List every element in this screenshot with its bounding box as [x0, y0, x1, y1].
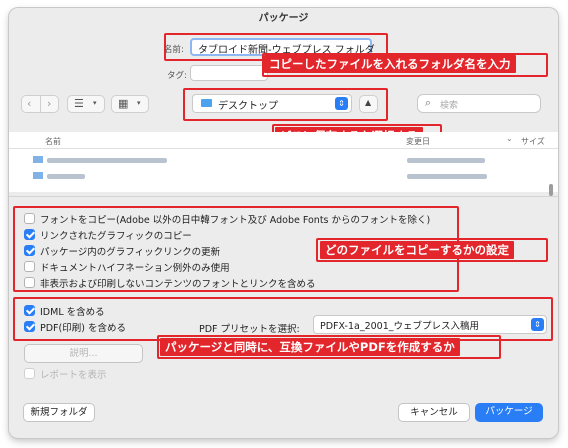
pdf-preset-select[interactable]: PDFX-1a_2001_ウェブプレス入稿用 ⇕: [313, 315, 547, 334]
back-icon[interactable]: ‹: [27, 97, 31, 110]
header-divider: [9, 148, 558, 149]
option-label: 非表示および印刷しないコンテンツのフォントとリンクを含める: [40, 279, 316, 290]
column-name[interactable]: 名前: [45, 136, 61, 147]
pdf-label: PDF(印刷) を含める: [40, 323, 126, 334]
blurred-filename: [47, 158, 167, 163]
checkbox[interactable]: [24, 321, 35, 332]
updown-icon: ⇕: [531, 318, 544, 331]
checkbox[interactable]: [24, 261, 35, 272]
new-folder-button[interactable]: 新規フォルダ: [23, 403, 95, 422]
column-date[interactable]: 変更日: [406, 136, 430, 147]
checkbox[interactable]: [24, 368, 35, 379]
chevron-down-icon: ⌄: [506, 134, 513, 143]
report-label: レポートを表示: [40, 370, 107, 381]
checkbox[interactable]: [24, 229, 35, 240]
view-list-button[interactable]: ☰ ▾: [67, 95, 105, 113]
forward-icon[interactable]: ›: [47, 97, 51, 110]
tag-input[interactable]: [190, 65, 268, 81]
nav-segment: ‹ ›: [21, 95, 59, 113]
search-placeholder: 検索: [440, 101, 459, 111]
idml-label: IDML を含める: [40, 307, 105, 318]
search-input[interactable]: ⌕ 検索: [417, 94, 541, 113]
list-item[interactable]: [9, 154, 558, 166]
option-label: パッケージ内のグラフィックリンクの更新: [40, 247, 221, 258]
chevron-down-icon: ▾: [137, 99, 141, 107]
option-label: ドキュメントハイフネーション例外のみ使用: [40, 263, 230, 274]
output-callout-box: [157, 335, 501, 359]
option-label: フォントをコピー(Adobe 以外の日中韓フォント及び Adobe Fonts …: [40, 215, 431, 226]
scrollbar-thumb[interactable]: [549, 184, 553, 196]
folder-icon: [33, 156, 43, 163]
file-list: 名前 変更日 ⌄ サイズ: [9, 132, 558, 196]
cancel-button[interactable]: キャンセル: [398, 403, 470, 422]
options-callout-box: [316, 238, 548, 262]
segment-divider: [40, 96, 41, 112]
checkbox[interactable]: [24, 305, 35, 316]
checkbox[interactable]: [24, 213, 35, 224]
folder-icon: [33, 172, 43, 179]
option-label: リンクされたグラフィックのコピー: [40, 231, 192, 242]
search-icon: ⌕: [425, 96, 432, 109]
preset-value: PDFX-1a_2001_ウェブプレス入稿用: [320, 321, 480, 332]
divider: [9, 196, 558, 197]
checkbox[interactable]: [24, 277, 35, 288]
location-annotation-box: [183, 88, 388, 121]
blurred-filename: [47, 174, 85, 179]
list-view-icon: ☰: [74, 97, 84, 110]
grid-view-icon: ▦: [118, 97, 129, 110]
package-dialog: パッケージ 名前: タブロイド新聞-ウェブプレス フォルダ タグ: コピーしたフ…: [9, 8, 558, 438]
column-size[interactable]: サイズ: [521, 136, 545, 147]
blurred-date: [407, 158, 485, 163]
chevron-down-icon: ▾: [93, 99, 97, 107]
view-grid-button[interactable]: ▦ ▾: [111, 95, 149, 113]
checkbox[interactable]: [24, 245, 35, 256]
tag-label: タグ:: [167, 71, 187, 81]
blurred-date: [407, 174, 487, 179]
package-button[interactable]: パッケージ: [475, 403, 543, 422]
dialog-title: パッケージ: [258, 13, 309, 24]
list-item[interactable]: [9, 170, 558, 182]
instructions-button[interactable]: 説明...: [24, 344, 143, 363]
preset-label: PDF プリセットを選択:: [199, 324, 300, 335]
name-callout-box: [262, 53, 548, 77]
